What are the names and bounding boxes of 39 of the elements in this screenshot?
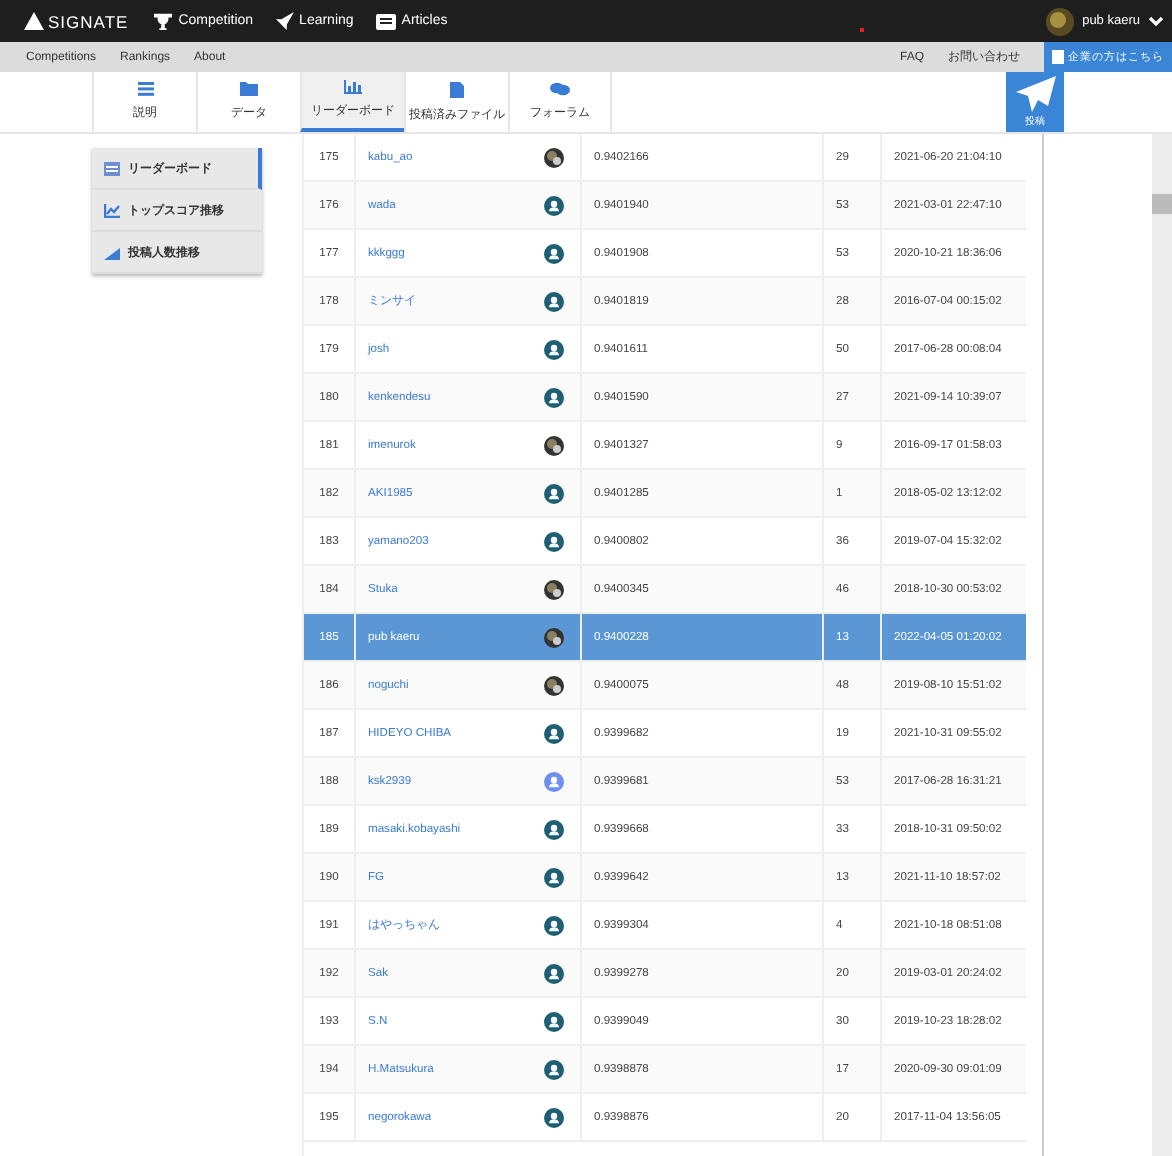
trophy-icon [154,12,173,30]
user-icon [543,963,563,983]
user-icon [543,195,563,215]
chat-icon [550,82,570,96]
user-icon [543,819,563,839]
user-icon [543,1011,563,1031]
user-icon [543,483,563,503]
avatar-image [543,627,563,647]
user-icon [543,243,563,263]
triangle-icon [24,12,44,30]
user-icon [543,1059,563,1079]
newspaper-icon [375,13,396,29]
signal-bars-icon [104,245,120,259]
user-icon [543,387,563,407]
user-icon [543,771,563,791]
file-icon [450,81,464,97]
user-icon [543,1107,563,1127]
scrollbar[interactable] [1152,134,1172,1156]
user-icon [543,531,563,551]
avatar-image [543,435,563,455]
list-icon [137,82,153,96]
building-icon [1052,50,1064,64]
folder-icon [240,82,258,96]
paper-plane-icon [1015,76,1055,112]
list-icon [104,161,120,175]
user-icon [543,867,563,887]
avatar-image [543,579,563,599]
avatar-image [543,675,563,695]
chevron-down-icon [1148,15,1164,27]
bar-chart-icon [344,80,362,94]
avatar-image [543,147,563,167]
user-icon [543,339,563,359]
line-chart-icon [104,203,120,217]
signate-logo[interactable]: SIGNATE [24,11,129,31]
logo-text: SIGNATE [48,11,129,31]
user-icon [543,723,563,743]
user-icon [543,915,563,935]
user-icon [543,291,563,311]
user-avatar [1046,7,1075,35]
